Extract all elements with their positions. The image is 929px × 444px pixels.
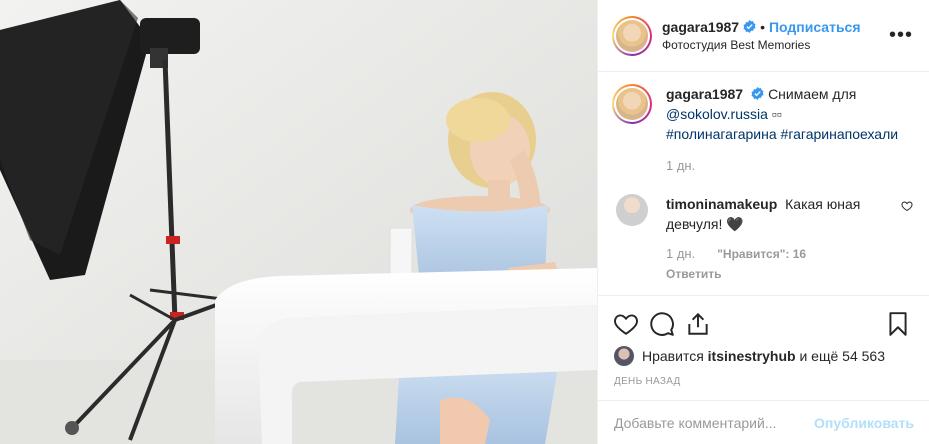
comment-body: timoninamakeup Какая юная девчуля! 🖤 1 д… [666, 194, 893, 284]
hashtags-link[interactable]: #полинагагарина #гагаринапоехали [666, 126, 898, 142]
post-actions: Нравится itsinestryhub и ещё 54 563 ДЕНЬ… [598, 295, 929, 387]
caption-emoji: ▫▫ [771, 106, 782, 122]
comments-list: gagara1987 Снимаем для @sokolov.russia ▫… [598, 72, 929, 296]
author-info: gagara1987 • Подписаться Фотостудия Best… [662, 18, 889, 54]
action-icons [610, 304, 918, 344]
save-button[interactable] [878, 304, 918, 344]
reply-button[interactable]: Ответить [666, 264, 893, 284]
likes-prefix: Нравится [642, 348, 704, 364]
follow-button[interactable]: Подписаться [769, 18, 861, 36]
post-date[interactable]: ДЕНЬ НАЗАД [614, 376, 918, 387]
post-photo[interactable] [0, 0, 597, 444]
caption-time[interactable]: 1 дн. [666, 156, 695, 176]
comment-username[interactable]: timoninamakeup [666, 196, 777, 212]
likes-suffix[interactable]: и ещё 54 563 [799, 348, 885, 364]
liker-avatar[interactable] [614, 346, 634, 366]
comment-time[interactable]: 1 дн. [666, 244, 695, 264]
avatar-frame [614, 86, 650, 122]
comment-input[interactable] [614, 414, 815, 431]
bookmark-icon [889, 312, 907, 336]
heart-icon [614, 314, 638, 335]
liker-username[interactable]: itsinestryhub [708, 348, 796, 364]
comment-likes[interactable]: "Нравится": 16 [717, 244, 806, 264]
mention-link[interactable]: @sokolov.russia [666, 106, 768, 122]
publish-button[interactable]: Опубликовать [814, 415, 914, 431]
share-icon [688, 312, 708, 335]
caption-text-start: Снимаем для [768, 86, 857, 102]
caption-meta: 1 дн. [666, 156, 913, 176]
caption-avatar[interactable] [612, 84, 652, 124]
photo-illustration [0, 0, 597, 444]
caption-comment: gagara1987 Снимаем для @sokolov.russia ▫… [612, 84, 913, 176]
verified-badge-icon [751, 87, 764, 100]
comment-meta: 1 дн. "Нравится": 16 [666, 244, 893, 264]
comment-text-line: timoninamakeup Какая юная девчуля! 🖤 [666, 194, 893, 234]
author-username[interactable]: gagara1987 [662, 18, 739, 36]
avatar-image [616, 88, 648, 120]
like-button[interactable] [606, 304, 646, 344]
location-link[interactable]: Фотостудия Best Memories [662, 36, 889, 54]
verified-badge-icon [743, 20, 756, 33]
avatar-image [616, 19, 648, 52]
author-avatar[interactable] [612, 15, 652, 56]
author-line: gagara1987 • Подписаться [662, 18, 889, 36]
comment-button[interactable] [642, 304, 682, 344]
add-comment-bar: Опубликовать [598, 400, 929, 444]
small-heart-icon[interactable] [901, 200, 913, 212]
post-header: gagara1987 • Подписаться Фотостудия Best… [598, 0, 929, 72]
comment-item: timoninamakeup Какая юная девчуля! 🖤 1 д… [612, 194, 913, 284]
instagram-post: gagara1987 • Подписаться Фотостудия Best… [0, 0, 929, 444]
likes-summary: Нравится itsinestryhub и ещё 54 563 [610, 346, 918, 366]
more-options-icon[interactable]: ••• [889, 24, 913, 47]
avatar-frame [614, 17, 650, 54]
comment-icon [650, 312, 674, 336]
caption-body: gagara1987 Снимаем для @sokolov.russia ▫… [666, 84, 913, 176]
commenter-avatar[interactable] [616, 194, 648, 226]
caption-text: gagara1987 Снимаем для @sokolov.russia ▫… [666, 84, 913, 144]
caption-username[interactable]: gagara1987 [666, 86, 743, 102]
post-side-panel: gagara1987 • Подписаться Фотостудия Best… [597, 0, 929, 444]
separator-dot: • [760, 18, 765, 35]
share-button[interactable] [678, 304, 718, 344]
